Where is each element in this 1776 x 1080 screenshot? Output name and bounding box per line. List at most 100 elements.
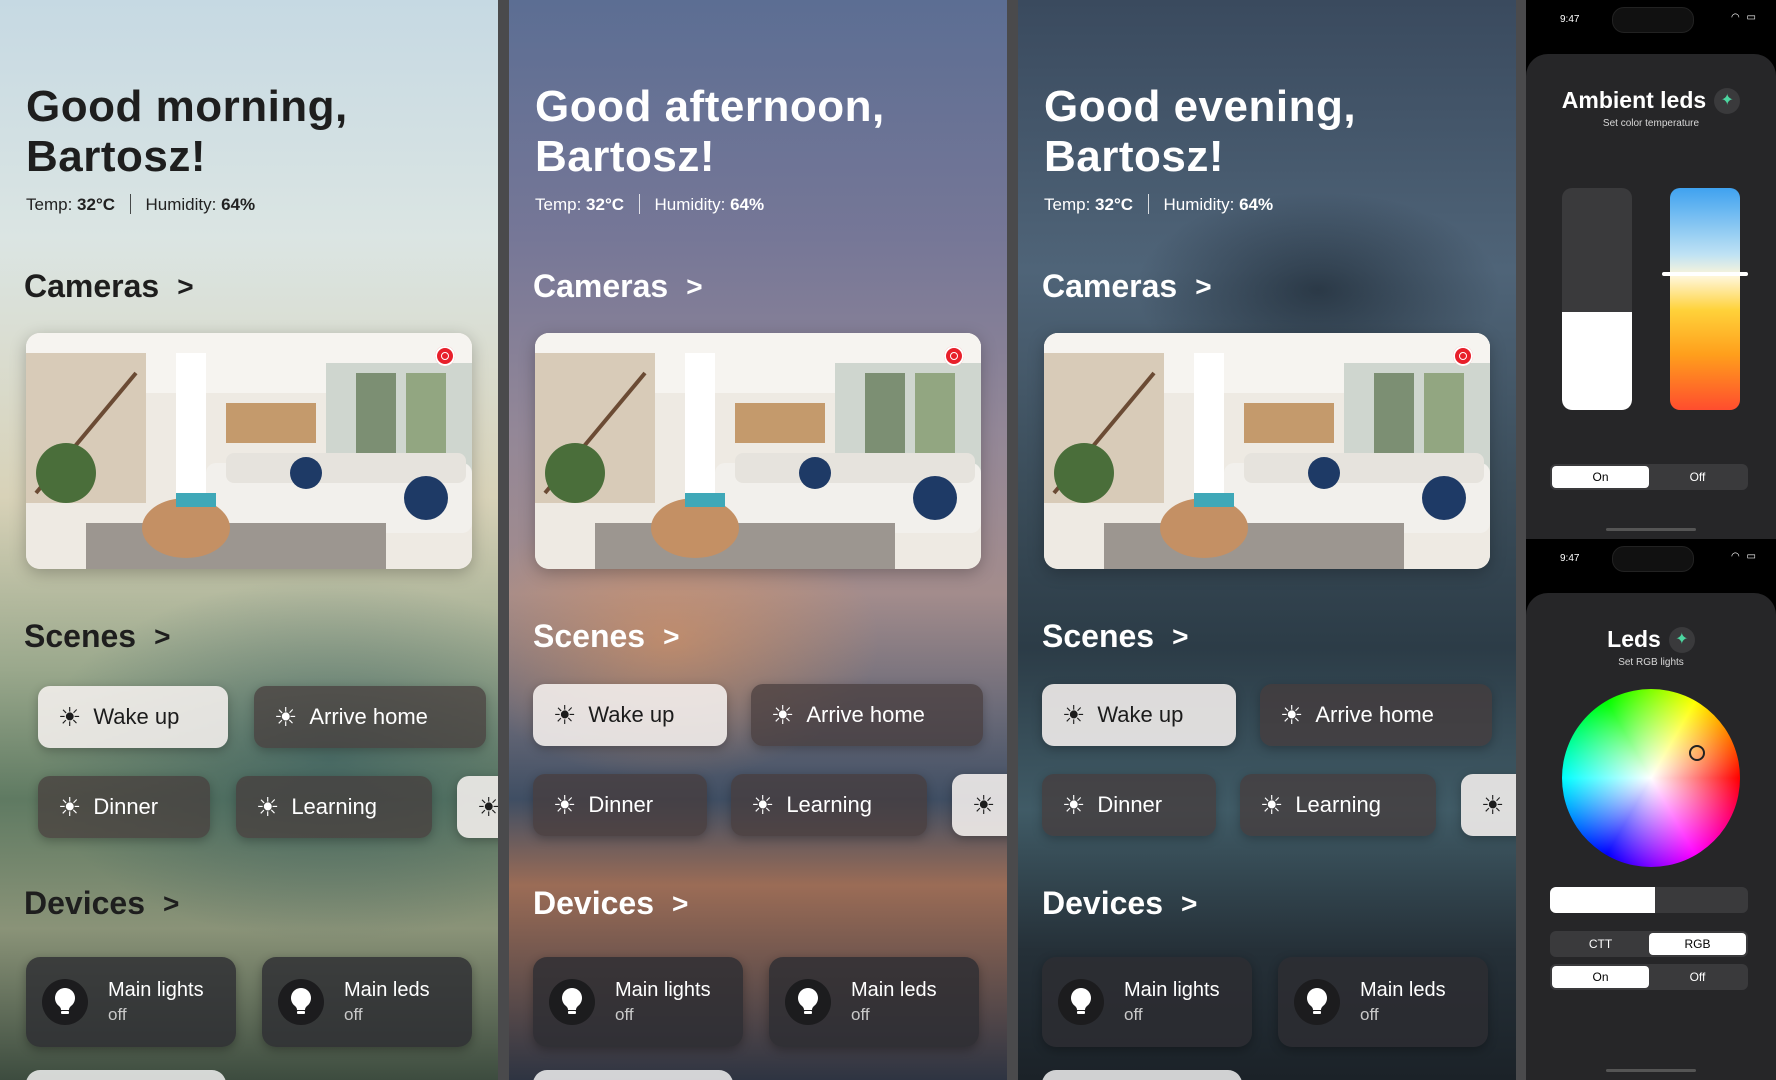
devices-header[interactable]: Devices > [533, 885, 688, 922]
color-wheel[interactable] [1562, 689, 1740, 867]
lightbulb-icon [42, 979, 88, 1025]
cameras-header[interactable]: Cameras > [533, 268, 703, 305]
brightness-fill [1562, 312, 1632, 410]
scene-dinner[interactable]: ☀ Dinner [38, 776, 210, 838]
device-name: Main leds [344, 979, 430, 1001]
mode-rgb-option[interactable]: RGB [1649, 933, 1746, 955]
greeting: Good afternoon, Bartosz! [535, 82, 885, 181]
humidity-value: 64% [221, 195, 256, 214]
sun-icon: ☀ [1062, 790, 1086, 820]
device-main-leds[interactable]: Main leds off [1278, 957, 1488, 1047]
scene-dinner[interactable]: ☀ Dinner [533, 774, 707, 836]
chevron-right-icon[interactable]: > [177, 271, 193, 303]
sun-icon: ☀ [58, 702, 82, 732]
power-on-option[interactable]: On [1552, 466, 1649, 488]
device-main-lights[interactable]: Main lights off [533, 957, 743, 1047]
chevron-right-icon[interactable]: > [1195, 271, 1211, 303]
sun-icon: ☀ [1062, 700, 1086, 730]
scene-learning[interactable]: ☀ Learning [731, 774, 927, 836]
control-sheet: Ambient leds ✦ Set color temperature On O… [1526, 54, 1776, 539]
scene-wake-up[interactable]: ☀ Wake up [533, 684, 727, 746]
sun-icon: ☀ [256, 792, 280, 822]
next-card[interactable] [1042, 1070, 1242, 1080]
sheet-title: Leds ✦ [1526, 626, 1776, 653]
power-toggle[interactable]: On Off [1550, 964, 1748, 990]
camera-feed[interactable] [535, 333, 981, 569]
scene-arrive-home[interactable]: ☀ Arrive home [254, 686, 486, 748]
scene-partial[interactable]: ☀ [1461, 774, 1516, 836]
power-off-option[interactable]: Off [1649, 466, 1746, 488]
scene-learning[interactable]: ☀ Learning [236, 776, 432, 838]
scenes-header[interactable]: Scenes > [533, 618, 679, 655]
home-indicator [1606, 528, 1696, 531]
sun-icon: ☀ [58, 792, 82, 822]
chevron-right-icon[interactable]: > [154, 621, 170, 653]
divider [638, 194, 640, 214]
device-main-lights[interactable]: Main lights off [1042, 957, 1252, 1047]
device-main-lights[interactable]: Main lights off [26, 957, 236, 1047]
devices-header[interactable]: Devices > [24, 885, 179, 922]
scene-arrive-home[interactable]: ☀ Arrive home [751, 684, 983, 746]
scenes-header[interactable]: Scenes > [1042, 618, 1188, 655]
brightness-slider[interactable] [1550, 887, 1748, 913]
humidity-value: 64% [730, 195, 765, 214]
next-card[interactable] [533, 1070, 733, 1080]
device-name: Main leds [851, 979, 937, 1001]
scene-arrive-home[interactable]: ☀ Arrive home [1260, 684, 1492, 746]
device-state: off [1360, 1005, 1379, 1024]
scene-wake-up[interactable]: ☀ Wake up [38, 686, 228, 748]
greeting: Good evening, Bartosz! [1044, 82, 1357, 181]
next-card[interactable] [26, 1070, 226, 1080]
scene-learning[interactable]: ☀ Learning [1240, 774, 1436, 836]
sun-icon: ☀ [274, 702, 298, 732]
brightness-slider[interactable] [1562, 188, 1632, 410]
scene-partial[interactable]: ☀ [457, 776, 498, 838]
chevron-right-icon[interactable]: > [1172, 621, 1188, 653]
scene-wake-up[interactable]: ☀ Wake up [1042, 684, 1236, 746]
chevron-right-icon[interactable]: > [663, 621, 679, 653]
color-temperature-slider[interactable] [1662, 188, 1748, 410]
sun-icon: ☀ [553, 700, 577, 730]
temp-value: 32°C [1095, 195, 1134, 214]
scene-dinner[interactable]: ☀ Dinner [1042, 774, 1216, 836]
scene-partial[interactable]: ☀ [952, 774, 1007, 836]
slider-thumb[interactable] [1662, 272, 1748, 277]
sparkle-icon[interactable]: ✦ [1668, 627, 1695, 653]
power-off-option[interactable]: Off [1649, 966, 1746, 988]
sun-icon: ☀ [477, 792, 498, 822]
home-screen-evening: Good evening, Bartosz! Temp: 32°C Humidi… [1018, 0, 1516, 1080]
sheet-subtitle: Set color temperature [1602, 118, 1700, 129]
chevron-right-icon[interactable]: > [672, 888, 688, 920]
chevron-right-icon[interactable]: > [1181, 888, 1197, 920]
power-toggle[interactable]: On Off [1550, 464, 1748, 490]
device-name: Main lights [1124, 979, 1220, 1001]
sheet-subtitle: Set RGB lights [1618, 657, 1684, 668]
scenes-header[interactable]: Scenes > [24, 618, 170, 655]
chevron-right-icon[interactable]: > [686, 271, 702, 303]
weather-stats: Temp: 32°C Humidity: 64% [26, 194, 255, 215]
control-sheet: Leds ✦ Set RGB lights CTT RGB On Off [1526, 593, 1776, 1080]
divider [1147, 194, 1149, 214]
temp-label: Temp: [26, 195, 73, 214]
devices-header[interactable]: Devices > [1042, 885, 1197, 922]
camera-feed[interactable] [1044, 333, 1490, 569]
divider [129, 194, 131, 214]
device-main-leds[interactable]: Main leds off [769, 957, 979, 1047]
cameras-header[interactable]: Cameras > [1042, 268, 1212, 305]
sparkle-icon[interactable]: ✦ [1714, 88, 1741, 114]
power-on-option[interactable]: On [1552, 966, 1649, 988]
lightbulb-icon [1058, 979, 1104, 1025]
color-picker-handle[interactable] [1689, 745, 1705, 761]
humidity-label: Humidity: [1163, 195, 1235, 214]
ambient-leds-sheet: 9:47 ◠ ▭ Ambient leds ✦ Set color tempera… [1526, 0, 1776, 539]
camera-feed[interactable] [26, 333, 472, 569]
mode-ctt-option[interactable]: CTT [1552, 933, 1649, 955]
mode-toggle[interactable]: CTT RGB [1550, 931, 1748, 957]
chevron-right-icon[interactable]: > [163, 888, 179, 920]
greeting: Good morning, Bartosz! [26, 82, 348, 181]
device-main-leds[interactable]: Main leds off [262, 957, 472, 1047]
brightness-fill [1550, 887, 1655, 913]
cameras-header[interactable]: Cameras > [24, 268, 194, 305]
device-state: off [1124, 1005, 1143, 1024]
status-bar: 9:47 ◠ ▭ [1526, 539, 1776, 579]
